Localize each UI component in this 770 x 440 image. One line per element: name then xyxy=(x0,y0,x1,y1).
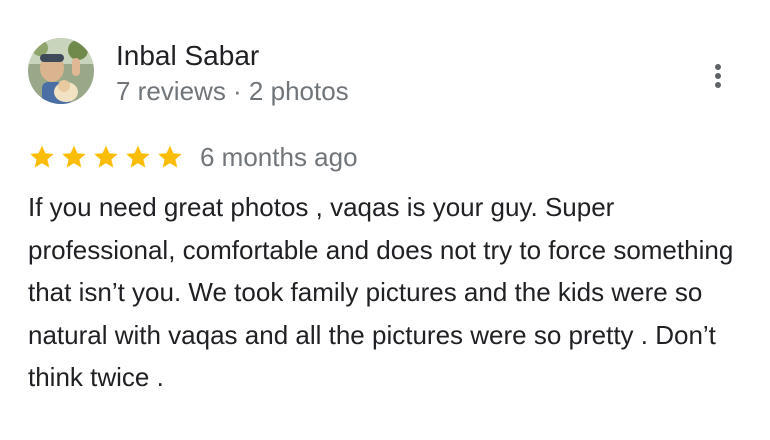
review-date: 6 months ago xyxy=(200,142,358,172)
reviewer-stats: 7 reviews · 2 photos xyxy=(116,76,349,106)
rating-row: 6 months ago xyxy=(28,140,358,174)
star-icon xyxy=(156,143,184,171)
more-options-button[interactable] xyxy=(700,58,736,94)
review-text: If you need great photos , vaqas is your… xyxy=(28,192,734,392)
star-icon xyxy=(124,143,152,171)
reviewer-avatar[interactable] xyxy=(28,38,94,104)
star-icon xyxy=(92,143,120,171)
star-rating xyxy=(28,143,184,171)
review-card: Inbal Sabar 7 reviews · 2 photos 6 month… xyxy=(0,0,770,440)
avatar-photo-icon xyxy=(28,38,94,104)
more-vert-icon xyxy=(715,64,721,88)
star-icon xyxy=(28,143,56,171)
reviewer-name[interactable]: Inbal Sabar xyxy=(116,39,259,73)
star-icon xyxy=(60,143,88,171)
